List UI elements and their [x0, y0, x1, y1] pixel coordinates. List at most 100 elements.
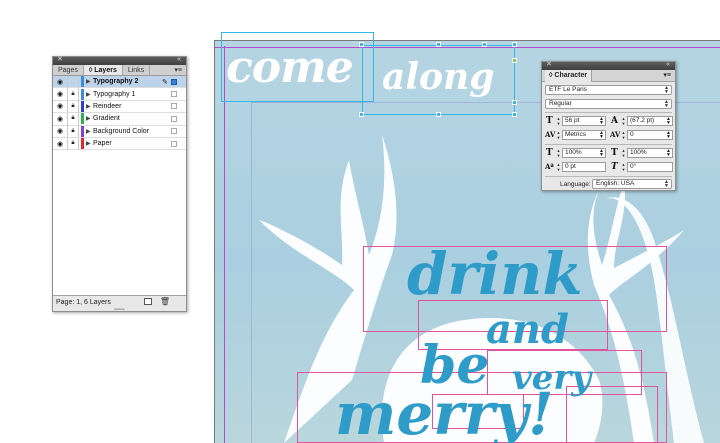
- column-guide: [251, 102, 252, 443]
- stepper-icon[interactable]: ▲ ▼: [621, 148, 626, 158]
- expand-triangle-icon[interactable]: ▶: [86, 115, 93, 122]
- stepper-icon[interactable]: ▲ ▼: [621, 162, 626, 172]
- expand-triangle-icon[interactable]: ▶: [86, 140, 93, 147]
- lock-icon[interactable]: 🔒︎: [67, 137, 79, 150]
- stepper-icon[interactable]: ▲ ▼: [621, 130, 626, 140]
- stepper-icon[interactable]: ▲ ▼: [556, 148, 561, 158]
- lock-icon[interactable]: 🔒︎: [67, 88, 79, 101]
- lock-icon[interactable]: 🔒︎: [67, 100, 79, 113]
- layer-row-background-color[interactable]: ◉ 🔒︎ ▶ Background Color: [53, 125, 186, 138]
- lock-icon[interactable]: 🔒︎: [67, 112, 79, 125]
- stepper-icon[interactable]: ▲ ▼: [556, 162, 561, 172]
- tab-pages[interactable]: Pages: [53, 65, 84, 75]
- language-label: Language:: [560, 181, 591, 188]
- leading-icon: A: [611, 116, 618, 126]
- resize-handle[interactable]: [359, 42, 364, 47]
- stepper-icon[interactable]: ▲ ▼: [556, 130, 561, 140]
- eye-icon[interactable]: ◉: [53, 140, 67, 148]
- expand-triangle-icon[interactable]: ▶: [86, 78, 93, 85]
- document-edge: [214, 40, 215, 443]
- layer-row-typography-1[interactable]: ◉ 🔒︎ ▶ Typography 1: [53, 88, 186, 101]
- resize-handle[interactable]: [436, 112, 441, 117]
- eye-icon[interactable]: ◉: [53, 127, 67, 135]
- expand-triangle-icon[interactable]: ▶: [86, 103, 93, 110]
- dropdown-arrows-icon: ▲ ▼: [599, 130, 604, 140]
- close-icon[interactable]: ✕: [546, 61, 552, 69]
- layer-color-swatch: [81, 100, 84, 112]
- layer-name: Paper: [93, 140, 112, 148]
- eye-icon[interactable]: ◉: [53, 102, 67, 110]
- layer-row-reindeer[interactable]: ◉ 🔒︎ ▶ Reindeer: [53, 100, 186, 114]
- collapse-icon[interactable]: «: [666, 61, 670, 69]
- eye-icon[interactable]: ◉: [53, 78, 67, 86]
- vertical-scale-field[interactable]: 100% ▲ ▼: [562, 148, 606, 158]
- stepper-icon[interactable]: ▲ ▼: [621, 116, 626, 126]
- new-layer-icon[interactable]: [144, 298, 152, 305]
- skew-field[interactable]: 0°: [627, 162, 673, 172]
- headline-word-and[interactable]: and: [486, 306, 569, 353]
- resize-handle[interactable]: [512, 58, 517, 63]
- tab-layers[interactable]: ◊ Layers: [83, 65, 123, 75]
- vertical-scale-value: 100%: [565, 149, 582, 156]
- resize-handle[interactable]: [482, 42, 487, 47]
- layer-row-gradient[interactable]: ◉ 🔒︎ ▶ Gradient: [53, 112, 186, 126]
- kerning-value: Metrics: [565, 131, 586, 138]
- divider: [545, 176, 672, 177]
- resize-handle[interactable]: [512, 42, 517, 47]
- resize-handle[interactable]: [436, 42, 441, 47]
- dropdown-arrows-icon: ▲ ▼: [599, 148, 604, 158]
- stepper-icon[interactable]: ▲ ▼: [556, 116, 561, 126]
- baseline-shift-icon: Aª: [545, 162, 554, 171]
- leading-field[interactable]: (67.2 pt) ▲ ▼: [627, 116, 673, 126]
- dropdown-arrows-icon: ▲ ▼: [664, 99, 669, 109]
- selection-frame[interactable]: [362, 45, 515, 115]
- layer-color-swatch: [81, 125, 84, 137]
- font-size-field[interactable]: 56 pt ▲ ▼: [562, 116, 606, 126]
- panel-titlebar[interactable]: ✕ «: [542, 61, 675, 70]
- language-dropdown[interactable]: English: USA ▲ ▼: [592, 179, 672, 189]
- resize-handle[interactable]: [512, 100, 517, 105]
- layer-row-paper[interactable]: ◉ 🔒︎ ▶ Paper: [53, 137, 186, 151]
- resize-handle[interactable]: [359, 112, 364, 117]
- horizontal-scale-field[interactable]: 100% ▲ ▼: [627, 148, 673, 158]
- font-family-dropdown[interactable]: ETF Le Paris ▲ ▼: [545, 85, 672, 95]
- font-style-dropdown[interactable]: Regular ▲ ▼: [545, 99, 672, 109]
- lock-toggle[interactable]: [67, 75, 79, 88]
- layers-status-text: Page: 1, 6 Layers: [56, 298, 111, 306]
- resize-grip-icon[interactable]: ═══: [53, 308, 186, 313]
- kerning-field[interactable]: Metrics ▲ ▼: [562, 130, 606, 140]
- layer-target-square[interactable]: [171, 78, 177, 85]
- layer-row-typography-2[interactable]: ◉ ▶ Typography 2 ✎: [53, 75, 186, 89]
- lock-icon[interactable]: 🔒︎: [67, 125, 79, 138]
- layer-target-square[interactable]: [171, 140, 177, 147]
- tracking-field[interactable]: 0 ▲ ▼: [627, 130, 673, 140]
- layer-name: Gradient: [93, 115, 120, 123]
- skew-value: 0°: [630, 163, 637, 170]
- expand-triangle-icon[interactable]: ▶: [86, 128, 93, 135]
- headline-word-drink[interactable]: drink: [407, 240, 583, 308]
- eye-icon[interactable]: ◉: [53, 90, 67, 98]
- layer-target-square[interactable]: [171, 115, 177, 122]
- text-frame-selected-outline[interactable]: [221, 32, 374, 102]
- layer-target-square[interactable]: [171, 103, 177, 110]
- headline-word-merry[interactable]: merry!: [335, 380, 554, 443]
- layer-target-square[interactable]: [171, 128, 177, 135]
- tracking-icon: AV: [610, 130, 621, 139]
- eye-icon[interactable]: ◉: [53, 115, 67, 123]
- collapse-icon[interactable]: «: [177, 56, 181, 64]
- panel-tab-bar: ◊ Character ▾≡: [542, 70, 675, 82]
- trash-icon[interactable]: 🗑︎: [160, 297, 170, 306]
- expand-triangle-icon[interactable]: ▶: [86, 91, 93, 98]
- panel-menu-icon[interactable]: ▾≡: [174, 65, 182, 76]
- dropdown-arrows-icon: ▲ ▼: [666, 130, 671, 140]
- close-icon[interactable]: ✕: [57, 56, 63, 64]
- layer-target-square[interactable]: [171, 91, 177, 98]
- panel-titlebar[interactable]: ✕ «: [53, 56, 186, 65]
- panel-menu-icon[interactable]: ▾≡: [663, 70, 671, 82]
- tab-links[interactable]: Links: [123, 65, 151, 75]
- horizontal-scale-icon: T: [611, 148, 618, 158]
- tab-character[interactable]: ◊ Character: [545, 70, 593, 82]
- layers-panel: ✕ « Pages ◊ Layers Links ▾≡ ◉ ▶ Typograp…: [52, 56, 187, 313]
- baseline-shift-field[interactable]: 0 pt: [562, 162, 606, 172]
- resize-handle[interactable]: [512, 112, 517, 117]
